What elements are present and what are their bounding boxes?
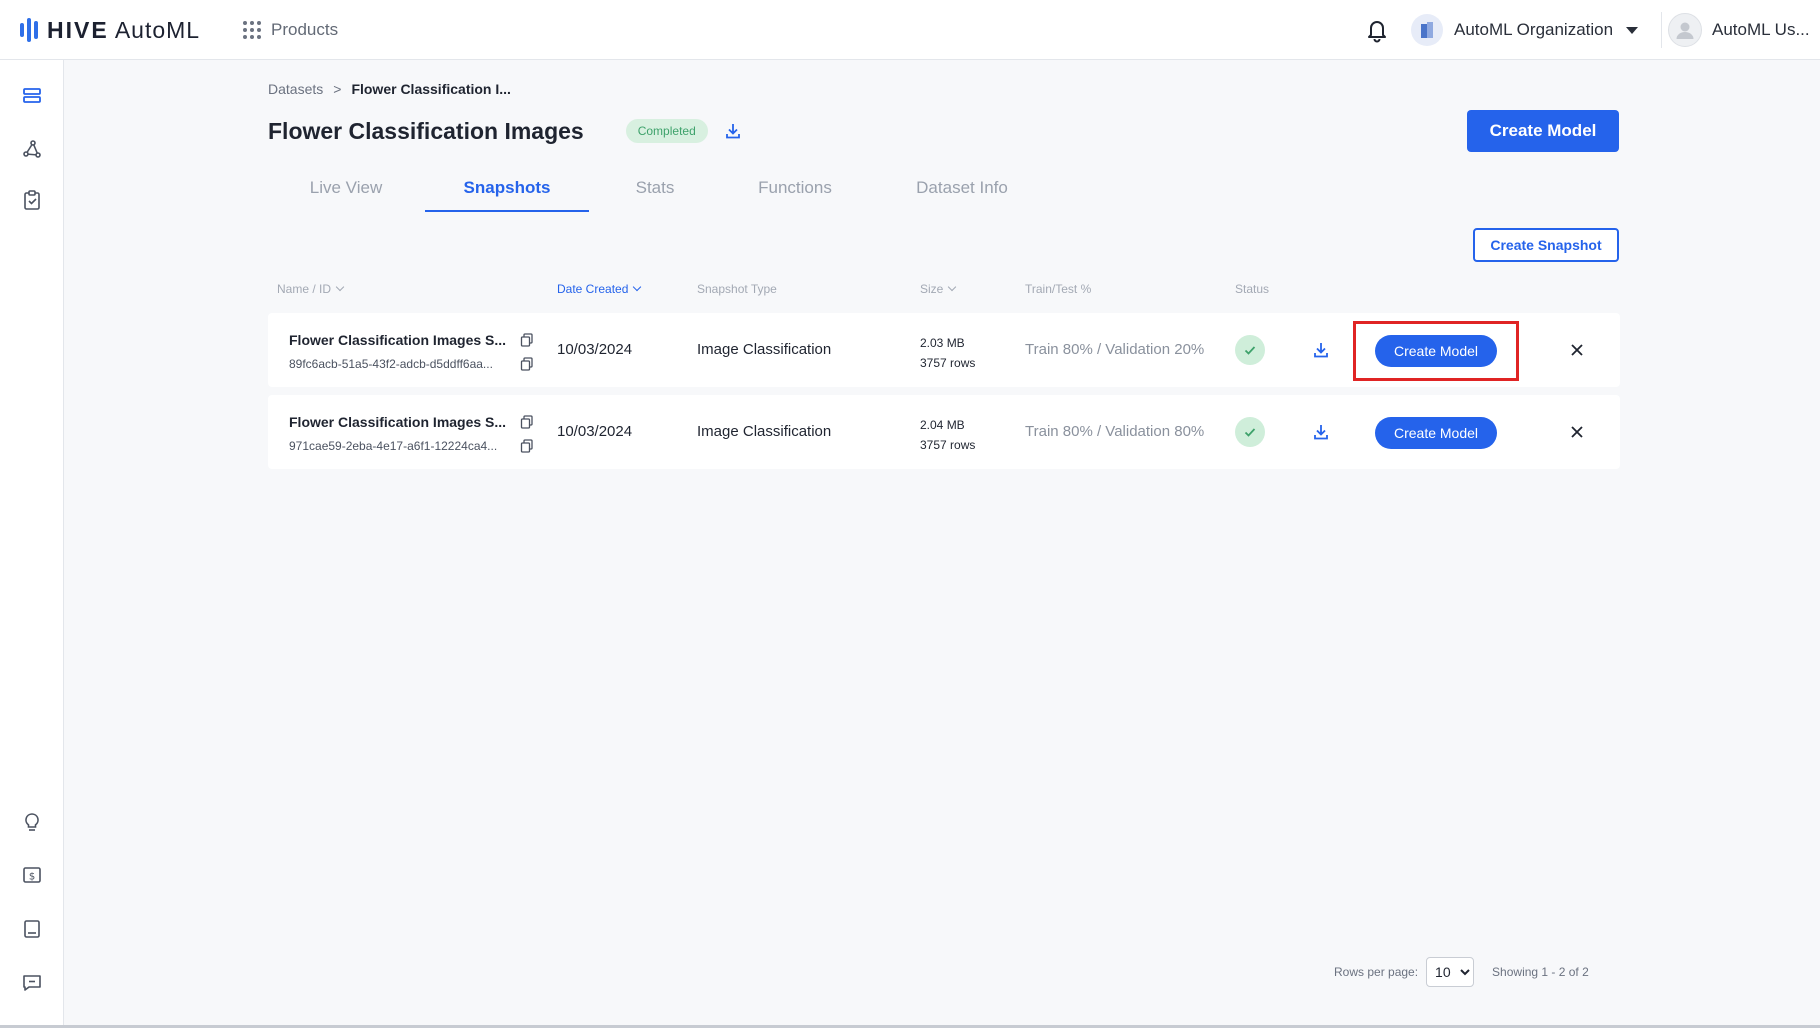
train-test-split: Train 80% / Validation 80% (1025, 423, 1205, 440)
download-snapshot-icon[interactable] (1310, 421, 1332, 443)
create-model-button[interactable]: Create Model (1467, 110, 1619, 152)
status-completed-icon (1235, 335, 1265, 365)
copy-icon[interactable] (520, 357, 534, 371)
products-menu[interactable]: Products (243, 16, 338, 44)
download-dataset-icon[interactable] (722, 120, 744, 142)
user-avatar-icon (1668, 13, 1702, 47)
showing-range: Showing 1 - 2 of 2 (1492, 965, 1589, 979)
date-created: 10/03/2024 (557, 423, 633, 440)
support-icon[interactable] (18, 968, 46, 996)
date-created: 10/03/2024 (557, 341, 633, 358)
svg-text:$: $ (29, 872, 35, 883)
pagination: Rows per page: 10 Showing 1 - 2 of 2 (1334, 956, 1589, 988)
download-snapshot-icon[interactable] (1310, 339, 1332, 361)
top-bar: HIVE AutoML Products AutoML Organization (0, 0, 1820, 60)
breadcrumb: Datasets > Flower Classification I... (268, 81, 511, 97)
column-header-size[interactable]: Size (920, 282, 957, 296)
breadcrumb-separator: > (333, 81, 342, 97)
bell-icon[interactable] (1362, 15, 1392, 45)
user-name: AutoML Us... (1712, 20, 1810, 39)
models-icon[interactable] (18, 135, 46, 163)
snapshot-name: Flower Classification Images S... (289, 414, 507, 430)
hive-automl-logo[interactable]: HIVE AutoML (20, 14, 200, 46)
title-row: Flower Classification Images Completed (268, 114, 744, 148)
copy-icon[interactable] (520, 415, 534, 429)
org-name: AutoML Organization (1454, 20, 1614, 39)
tab-stats[interactable]: Stats (599, 172, 711, 212)
column-header-name[interactable]: Name / ID (277, 282, 345, 296)
clipboard-icon[interactable] (18, 186, 46, 214)
lightbulb-icon[interactable] (18, 808, 46, 836)
row-create-model-button[interactable]: Create Model (1375, 417, 1497, 449)
tab-dataset-info[interactable]: Dataset Info (882, 172, 1042, 212)
topbar-divider (1661, 12, 1662, 48)
tab-live-view[interactable]: Live View (268, 172, 424, 212)
size-value: 2.04 MB (920, 418, 965, 432)
snapshot-size: 2.03 MB 3757 rows (920, 333, 975, 373)
chevron-down-icon (633, 282, 642, 292)
products-label: Products (271, 20, 339, 39)
column-header-date[interactable]: Date Created (557, 282, 642, 296)
delete-snapshot-icon[interactable] (1567, 422, 1587, 442)
snapshot-name: Flower Classification Images S... (289, 332, 507, 348)
copy-icon[interactable] (520, 333, 534, 347)
snapshot-id: 89fc6acb-51a5-43f2-adcb-d5ddff6aa... (289, 357, 493, 371)
chevron-down-icon (335, 282, 345, 292)
column-header-type: Snapshot Type (697, 282, 777, 296)
brand-bold: HIVE (47, 16, 109, 43)
datasets-icon[interactable] (18, 82, 46, 110)
brand-light: AutoML (114, 16, 201, 43)
row-count: 3757 rows (920, 356, 976, 370)
column-header-status: Status (1235, 282, 1270, 296)
logo-mark-icon (20, 18, 38, 42)
rows-per-page-select[interactable]: 10 (1426, 957, 1475, 987)
snapshot-type: Image Classification (697, 423, 832, 440)
delete-snapshot-icon[interactable] (1567, 340, 1587, 360)
user-menu[interactable]: AutoML Us... (1668, 10, 1810, 50)
train-test-split: Train 80% / Validation 20% (1025, 341, 1205, 358)
snapshot-id: 971cae59-2eba-4e17-a6f1-12224ca4... (289, 439, 498, 453)
table-row: Flower Classification Images S... 89fc6a… (268, 313, 1620, 387)
apps-grid-icon (243, 21, 261, 39)
status-badge: Completed (625, 119, 708, 143)
tab-functions[interactable]: Functions (728, 172, 862, 212)
breadcrumb-current: Flower Classification I... (351, 81, 511, 97)
breadcrumb-datasets-link[interactable]: Datasets (268, 81, 323, 97)
building-icon (1411, 14, 1443, 46)
tab-snapshots[interactable]: Snapshots (425, 172, 589, 212)
snapshot-size: 2.04 MB 3757 rows (920, 415, 975, 455)
caret-down-icon (1626, 26, 1639, 34)
column-header-split: Train/Test % (1025, 282, 1092, 296)
row-count: 3757 rows (920, 438, 976, 452)
row-create-model-button[interactable]: Create Model (1375, 335, 1497, 367)
page-title: Flower Classification Images (268, 117, 584, 144)
side-rail: $ (0, 60, 64, 1025)
snapshot-type: Image Classification (697, 341, 832, 358)
size-value: 2.03 MB (920, 336, 965, 350)
table-row: Flower Classification Images S... 971cae… (268, 395, 1620, 469)
rows-per-page-label: Rows per page: (1334, 965, 1419, 979)
create-snapshot-button[interactable]: Create Snapshot (1473, 228, 1619, 262)
billing-icon[interactable]: $ (18, 861, 46, 889)
table-header: Name / ID Date Created Snapshot Type Siz… (268, 278, 1620, 302)
status-completed-icon (1235, 417, 1265, 447)
org-switcher[interactable]: AutoML Organization (1411, 12, 1639, 48)
copy-icon[interactable] (520, 439, 534, 453)
chevron-down-icon (948, 282, 957, 292)
docs-icon[interactable] (18, 915, 46, 943)
